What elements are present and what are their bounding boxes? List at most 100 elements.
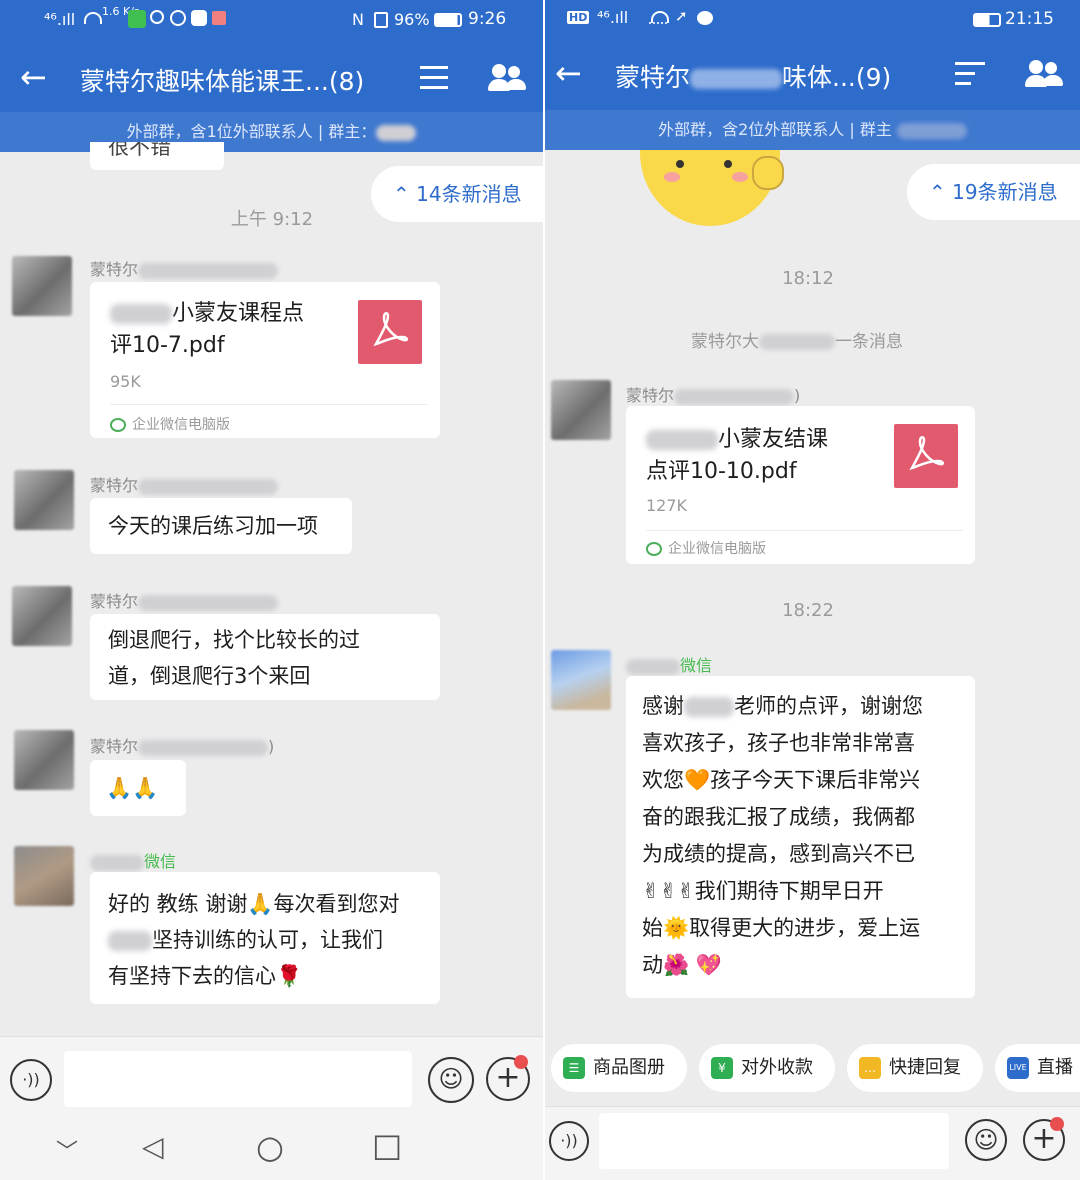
nav-home-icon[interactable]: ○ [256,1128,284,1166]
hd-badge: HD [567,11,590,24]
source-label: 企业微信电脑版 [110,414,230,434]
clock: 21:15 [1005,9,1054,29]
network-speed: 1.6 K/s [102,5,140,18]
notification-dot [514,1055,528,1069]
message-input[interactable] [599,1113,949,1169]
group-settings-icon[interactable] [955,60,985,90]
emoji-message[interactable]: 🙏🙏 [90,760,186,816]
timestamp: 18:22 [782,600,834,621]
file-message[interactable]: 小蒙友课程点 评10-7.pdf 95K 企业微信电脑版 [90,282,440,438]
wifi-icon [651,11,669,23]
divider [646,530,963,531]
avatar[interactable] [14,730,74,790]
owner-name-redacted [376,124,417,141]
left-chat-screen: ⁴⁶.ıll 1.6 K/s N 96% 9:26 ← 蒙特尔趣味体能课王...… [0,0,543,1180]
pdf-icon [358,300,422,364]
quick-reply-icon: … [859,1057,881,1079]
sender-name: 蒙特尔) [626,386,801,405]
chat-notification-icon [697,11,713,25]
chevron-up-icon: ⌃ [929,180,946,204]
system-notice: 蒙特尔大 一条消息 [691,332,903,352]
app-notification-icon-2 [191,10,207,26]
file-size: 127K [646,496,688,515]
chat-title: 蒙特尔趣味体能课王...(8) [80,67,365,96]
group-info-bar[interactable]: 外部群，含2位外部联系人 | 群主 [545,110,1080,150]
catalog-icon: ☰ [563,1057,585,1079]
pdf-icon [894,424,958,488]
sender-name: 蒙特尔 [90,256,279,280]
group-info-text: 外部群，含1位外部联系人 | 群主： [126,122,377,141]
nav-recent-icon[interactable]: □ [372,1126,402,1164]
battery-icon [434,13,462,27]
new-messages-button[interactable]: ⌃ 19条新消息 [907,164,1080,220]
avatar[interactable] [12,256,72,316]
browser-notification-icon [170,10,186,26]
nav-back-icon[interactable]: ◁ [142,1130,164,1163]
battery-percent: 96% [394,10,430,29]
sender-name: 蒙特尔) [90,737,275,756]
sender-name: 蒙特尔 [90,588,279,612]
group-members-icon[interactable] [488,62,528,94]
wifi-icon [84,12,102,24]
timestamp: 18:12 [782,268,834,289]
right-chat-screen: HD ⁴⁶.ıll ➚ 21:15 ← 蒙特尔 味体...(9) 外部群，含2位外… [545,0,1080,1180]
emoji-icon[interactable]: ☺ [965,1119,1007,1161]
voice-input-icon[interactable]: ·)) [10,1059,52,1101]
system-nav-bar: ﹀ ◁ ○ □ [0,1120,543,1180]
sticker-image[interactable] [640,150,790,226]
emoji-icon[interactable]: ☺ [428,1057,474,1103]
text-message[interactable]: 今天的课后练习加一项 [90,498,352,554]
wecom-icon [646,542,662,556]
divider [110,404,428,405]
file-name: 小蒙友结课 点评10-10.pdf [646,427,829,484]
catalog-button[interactable]: ☰ 商品图册 [551,1044,687,1092]
battery-icon [973,13,1001,27]
avatar[interactable] [14,846,74,906]
chat-title: 蒙特尔 味体...(9) [615,63,892,92]
text-message[interactable]: 感谢 老师的点评，谢谢您 喜欢孩子，孩子也非常非常喜 欢您🧡孩子今天下课后非常兴 … [626,676,975,998]
send-icon: ➚ [675,7,688,25]
quick-actions-bar: ☰ 商品图册 ¥ 对外收款 … 快捷回复 LIVE 直播 [545,1034,1080,1106]
timestamp: 上午 9:12 [230,209,314,230]
nfc-icon: N [352,10,364,29]
new-messages-button[interactable]: ⌃ 14条新消息 [371,166,543,222]
file-message[interactable]: 小蒙友结课 点评10-10.pdf 127K 企业微信电脑版 [626,406,975,564]
voice-input-icon[interactable]: ·)) [549,1121,589,1161]
app-notification-icon [128,10,146,28]
live-button[interactable]: LIVE 直播 [995,1044,1080,1092]
avatar[interactable] [551,380,611,440]
avatar[interactable] [12,586,72,646]
signal-indicator: ⁴⁶.ıll [597,8,629,27]
nav-down-icon[interactable]: ﹀ [56,1134,78,1166]
message-input[interactable] [64,1051,412,1107]
back-arrow-icon[interactable]: ← [20,60,56,96]
message-notification-icon [212,11,226,25]
signal-indicator: ⁴⁶.ıll [44,10,76,29]
quick-reply-button[interactable]: … 快捷回复 [847,1044,983,1092]
search-notification-icon [150,10,164,24]
input-bar: ·)) ☺ + [0,1036,543,1120]
previous-message-bubble: 很不错 [90,142,224,170]
menu-icon[interactable] [420,64,448,90]
notification-dot [1050,1117,1064,1131]
text-message[interactable]: 倒退爬行，找个比较长的过 道，倒退爬行3个来回 [90,614,440,700]
vibrate-icon [374,12,388,28]
file-name: 小蒙友课程点 评10-7.pdf [110,301,305,358]
sender-name: 蒙特尔 [90,472,279,496]
input-bar: ·)) ☺ + [545,1106,1080,1180]
back-arrow-icon[interactable]: ← [555,56,591,92]
group-info-bar[interactable]: 外部群，含1位外部联系人 | 群主： [0,112,543,152]
group-info-text: 外部群，含2位外部联系人 | 群主 [658,120,892,139]
wecom-icon [110,418,126,432]
avatar[interactable] [14,470,74,530]
avatar[interactable] [551,650,611,710]
file-size: 95K [110,372,141,391]
group-members-icon[interactable] [1025,58,1065,90]
text-message[interactable]: 好的 教练 谢谢🙏每次看到您对 坚持训练的认可，让我们 有坚持下去的信心🌹 [90,872,440,1004]
live-icon: LIVE [1007,1057,1029,1079]
chevron-up-icon: ⌃ [393,182,410,206]
clock: 9:26 [468,9,507,29]
payment-icon: ¥ [711,1057,733,1079]
sender-name: 微信 [90,848,176,872]
payment-button[interactable]: ¥ 对外收款 [699,1044,835,1092]
